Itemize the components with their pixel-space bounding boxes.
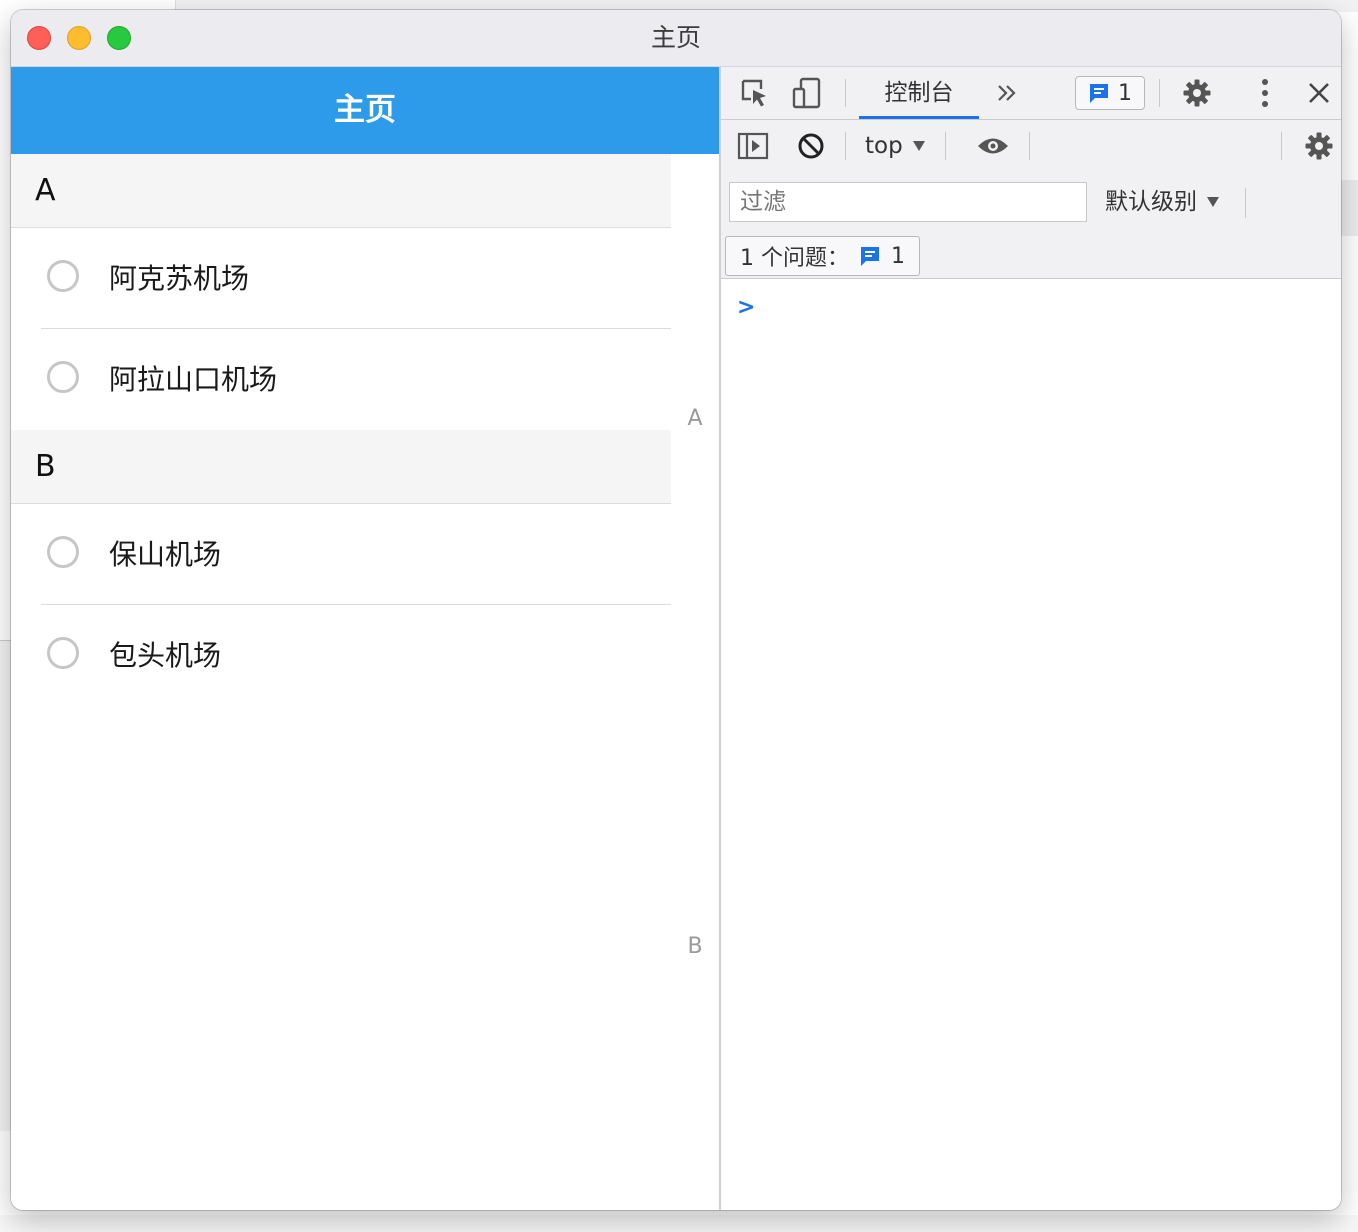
issues-counter-label: 1 个问题：: [740, 246, 849, 271]
chevron-double-right-icon[interactable]: [993, 77, 1021, 109]
inspect-element-icon[interactable]: [735, 75, 775, 111]
toolbar-divider: [1029, 132, 1030, 160]
settings-gear-icon[interactable]: [1177, 75, 1217, 111]
item-label: 阿拉山口机场: [109, 363, 278, 396]
dropdown-arrow-icon: [912, 141, 925, 151]
dropdown-arrow-icon: [1207, 197, 1219, 207]
list-item[interactable]: 包头机场: [11, 605, 671, 706]
background-editor-bottom: [0, 1215, 1358, 1232]
message-icon: [861, 247, 879, 266]
issues-toolbar: 1 个问题： 1: [721, 228, 1341, 279]
window-title: 主页: [650, 23, 701, 52]
console-prompt[interactable]: >: [737, 295, 755, 320]
more-options-icon[interactable]: [1245, 75, 1285, 111]
radio-circle-icon[interactable]: [47, 260, 79, 292]
index-bar-a[interactable]: A: [670, 406, 720, 431]
navbar-title: 主页: [11, 67, 719, 154]
devtools-main-toolbar: 控制台 1: [721, 67, 1341, 120]
item-label: 阿克苏机场: [109, 262, 250, 295]
index-bar-b[interactable]: B: [670, 934, 720, 959]
radio-circle-icon[interactable]: [47, 637, 79, 669]
toolbar-divider: [945, 132, 946, 160]
list-item[interactable]: 保山机场: [11, 504, 671, 605]
live-expression-eye-icon[interactable]: [973, 128, 1013, 164]
item-label: 保山机场: [109, 538, 222, 571]
sidebar-toggle-icon[interactable]: [733, 128, 773, 164]
device-toolbar-icon[interactable]: [787, 75, 827, 111]
log-level-selector[interactable]: 默认级别: [1105, 182, 1219, 222]
log-level-label: 默认级别: [1105, 189, 1197, 215]
toolbar-divider: [845, 79, 846, 107]
close-icon[interactable]: [1299, 75, 1339, 111]
airport-list: A 阿克苏机场 阿拉山口机场 B 保山机场 包头机场: [11, 154, 671, 706]
tab-console[interactable]: 控制台: [859, 67, 979, 119]
filter-toolbar: 默认级别: [721, 172, 1341, 228]
filter-input[interactable]: [729, 182, 1087, 222]
app-window: 主页 主页 A 阿克苏机场 阿拉山口机场 B 保山机场 包头机场 A B 控制台…: [11, 10, 1341, 1210]
section-header-b: B: [11, 430, 671, 504]
context-selector[interactable]: top: [865, 120, 925, 172]
context-label: top: [865, 133, 903, 159]
console-toolbar: top: [721, 120, 1341, 172]
message-icon: [1090, 84, 1108, 103]
issues-counter-button[interactable]: 1 个问题： 1: [725, 236, 920, 276]
issues-counter-count: 1: [891, 243, 905, 269]
section-header-a: A: [11, 154, 671, 228]
radio-circle-icon[interactable]: [47, 361, 79, 393]
issues-badge-count: 1: [1118, 80, 1132, 106]
titlebar: 主页: [11, 10, 1341, 67]
list-item[interactable]: 阿克苏机场: [11, 228, 671, 329]
console-settings-gear-icon[interactable]: [1299, 128, 1339, 164]
toolbar-divider: [845, 132, 846, 160]
radio-circle-icon[interactable]: [47, 536, 79, 568]
toolbar-divider: [1159, 79, 1160, 107]
clear-console-icon[interactable]: [791, 128, 831, 164]
devtools-panel: 控制台 1 top 过滤 默认级别 1 个问题： 1 >: [721, 67, 1341, 1210]
background-editor-right: [1341, 180, 1358, 236]
item-label: 包头机场: [109, 639, 222, 672]
issues-badge-button[interactable]: 1: [1075, 76, 1145, 110]
toolbar-divider: [1281, 132, 1282, 160]
list-item[interactable]: 阿拉山口机场: [11, 329, 671, 430]
app-view: 主页 A 阿克苏机场 阿拉山口机场 B 保山机场 包头机场 A B: [11, 67, 719, 1210]
background-editor-panel: [0, 640, 11, 1131]
toolbar-divider: [1245, 188, 1246, 218]
